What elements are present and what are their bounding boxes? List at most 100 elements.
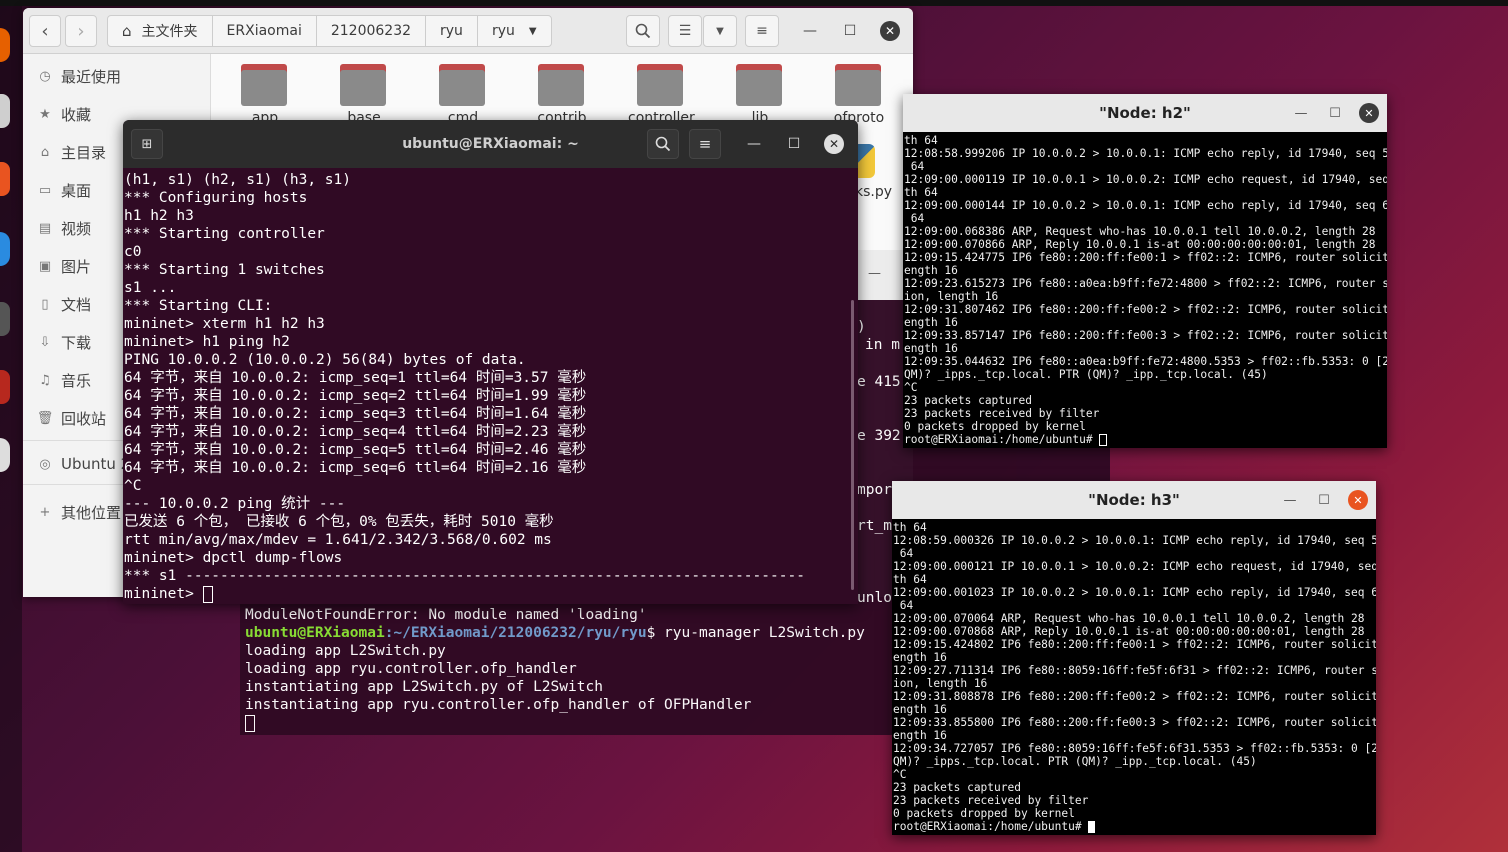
sidebar-item-recent[interactable]: ◷ 最近使用 [37, 64, 121, 88]
maximize-button[interactable]: ☐ [1325, 103, 1345, 123]
breadcrumb-current[interactable]: ryu ▼ [478, 16, 551, 46]
sidebar-item-home[interactable]: ⌂ 主目录 [37, 140, 106, 164]
breadcrumb: ⌂ 主文件夹 ERXiaomai 212006232 ryu ryu ▼ [107, 15, 552, 47]
sidebar-item-desktop[interactable]: ▭ 桌面 [37, 178, 91, 202]
view-list-button[interactable]: ☰ [668, 15, 702, 47]
search-icon [655, 136, 671, 152]
sidebar-item-ubuntu-disc[interactable]: ◎ Ubuntu 2 [37, 452, 130, 476]
minimize-button[interactable]: — [1291, 103, 1311, 123]
text-fragment: unlo [857, 590, 892, 606]
terminal-line: 64 字节，来自 10.0.0.2: icmp_seq=6 ttl=64 时间=… [124, 460, 587, 476]
terminal-line: ^C [124, 478, 142, 494]
sidebar-item-label: 最近使用 [61, 67, 122, 86]
close-button[interactable]: ✕ [1359, 103, 1379, 123]
folder-item[interactable]: base [331, 62, 397, 126]
maximize-button[interactable]: ☐ [840, 21, 860, 41]
sidebar-item-starred[interactable]: ★ 收藏 [37, 102, 91, 126]
forward-button[interactable]: › [65, 15, 97, 47]
files-app-icon[interactable] [0, 94, 10, 128]
back-button[interactable]: ‹ [29, 15, 61, 47]
close-button[interactable]: ✕ [1348, 490, 1368, 510]
terminal-line: 64 [893, 599, 914, 612]
breadcrumb-home[interactable]: ⌂ 主文件夹 [108, 16, 213, 46]
terminal-prompt-line[interactable]: mininet> [124, 585, 854, 603]
terminal-line: 12:09:00.000121 IP 10.0.0.1 > 10.0.0.2: … [893, 560, 1376, 573]
file-label: ks.py [855, 184, 893, 200]
terminal-prompt-line[interactable]: root@ERXiaomai:/home/ubuntu# [893, 820, 1376, 833]
minimize-button[interactable]: — [800, 21, 820, 41]
breadcrumb-item[interactable]: ERXiaomai [213, 16, 317, 46]
sidebar-item-label: 其他位置 [61, 503, 122, 522]
chevron-down-icon: ▼ [716, 25, 724, 37]
thunderbird-icon[interactable] [0, 232, 10, 266]
breadcrumb-item[interactable]: ryu [426, 16, 478, 46]
folder-item[interactable]: contrib [529, 62, 595, 126]
maximize-button[interactable]: ☐ [1314, 490, 1334, 510]
sidebar-item-label: 音乐 [61, 371, 92, 390]
folder-item[interactable]: cmd [430, 62, 496, 126]
terminal-line: 12:08:59.000326 IP 10.0.0.2 > 10.0.0.1: … [893, 534, 1376, 547]
sidebar-item-label: 桌面 [61, 181, 92, 200]
view-options-button[interactable]: ▼ [703, 15, 737, 47]
terminal-line: 64 [904, 160, 925, 173]
sidebar-item-label: 主目录 [61, 143, 107, 162]
mininet-terminal-window: ubuntu@ERXiaomai: ~ ⊞ ≡ — ☐ ✕ (h1, s1) (… [123, 120, 858, 604]
sidebar-item-label: 收藏 [61, 105, 92, 124]
sidebar-item-pictures[interactable]: ▣ 图片 [37, 254, 91, 278]
terminal-output: (h1, s1) (h2, s1) (h3, s1) *** Configuri… [124, 171, 854, 603]
sidebar-item-trash[interactable]: 🗑 回收站 [37, 406, 106, 430]
top-bar [0, 0, 1508, 6]
terminal-line: 64 字节，来自 10.0.0.2: icmp_seq=4 ttl=64 时间=… [124, 424, 587, 440]
close-button[interactable]: ✕ [824, 134, 844, 154]
terminal-app-icon[interactable] [0, 370, 10, 404]
terminal-prompt-line[interactable]: root@ERXiaomai:/home/ubuntu# [904, 433, 1387, 446]
terminal-line: 64 字节，来自 10.0.0.2: icmp_seq=3 ttl=64 时间=… [124, 406, 587, 422]
xterm-h2-window: "Node: h2" — ☐ ✕ th 64 12:08:58.999206 I… [903, 94, 1387, 448]
prompt-command: $ ryu-manager L2Switch.py [646, 625, 865, 641]
terminal-line: QM)? _ipps._tcp.local. PTR (QM)? _ipp._t… [893, 755, 1257, 768]
hamburger-menu-icon: ≡ [756, 23, 768, 39]
folder-item[interactable]: controller [628, 62, 695, 126]
text-fragment: rt_m [857, 518, 892, 534]
minimize-button[interactable]: — [744, 134, 764, 154]
terminal-line: 12:09:00.070866 ARP, Reply 10.0.0.1 is-a… [904, 238, 1376, 251]
sidebar-item-label: 视频 [61, 219, 92, 238]
folder-item[interactable]: app [232, 62, 298, 126]
search-button[interactable] [647, 129, 679, 159]
menu-button[interactable]: ≡ [745, 15, 779, 47]
search-button[interactable] [626, 15, 660, 47]
maximize-button[interactable]: ☐ [784, 134, 804, 154]
terminal-line: instantiating app ryu.controller.ofp_han… [245, 697, 752, 713]
window-title: "Node: h2" [1099, 104, 1191, 122]
terminal-line: ength 16 [904, 316, 958, 329]
minimize-button[interactable]: — [868, 266, 881, 281]
folder-item[interactable]: ofproto [826, 62, 892, 126]
folder-item[interactable]: lib [727, 62, 793, 126]
close-button[interactable]: ✕ [880, 21, 900, 41]
terminal-line: 64 字节，来自 10.0.0.2: icmp_seq=2 ttl=64 时间=… [124, 388, 587, 404]
sidebar-item-videos[interactable]: ▤ 视频 [37, 216, 91, 240]
minimize-button[interactable]: — [1280, 490, 1300, 510]
breadcrumb-item[interactable]: 212006232 [317, 16, 427, 46]
terminal-line: ^C [904, 381, 918, 394]
terminal-line: ion, length 16 [904, 290, 999, 303]
sidebar-item-other-locations[interactable]: + 其他位置 [37, 500, 121, 524]
terminal-scrollbar[interactable] [851, 300, 854, 590]
terminal-line: th 64 [893, 573, 927, 586]
terminal-line: 0 packets dropped by kernel [904, 420, 1086, 433]
sidebar-item-downloads[interactable]: ⇩ 下载 [37, 330, 91, 354]
document-icon: ▯ [41, 296, 49, 312]
help-icon[interactable] [0, 438, 10, 472]
new-tab-button[interactable]: ⊞ [131, 129, 163, 159]
firefox-icon[interactable] [0, 28, 10, 62]
terminal-line: 23 packets received by filter [904, 407, 1100, 420]
menu-button[interactable]: ≡ [689, 129, 721, 159]
terminal-line: ength 16 [893, 729, 947, 742]
terminal-line: *** Starting controller [124, 226, 325, 242]
terminal-prompt: root@ERXiaomai:/home/ubuntu# [893, 820, 1089, 833]
text-editor-icon[interactable] [0, 302, 10, 336]
xterm-output: th 64 12:08:58.999206 IP 10.0.0.2 > 10.0… [904, 134, 1387, 446]
sidebar-item-documents[interactable]: ▯ 文档 [37, 292, 91, 316]
sidebar-item-music[interactable]: ♫ 音乐 [37, 368, 91, 392]
app-center-icon[interactable] [0, 162, 10, 196]
